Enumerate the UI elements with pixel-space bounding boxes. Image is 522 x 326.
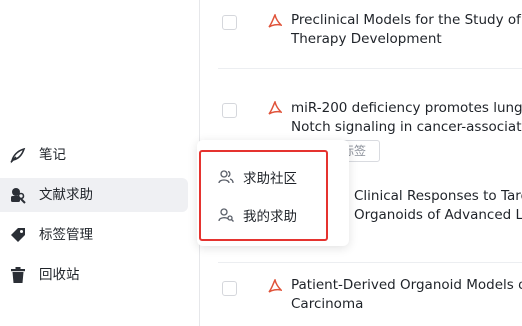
menu-item-my-requests[interactable]: 我的求助 (218, 204, 297, 226)
document-title[interactable]: Patient-Derived Organoid Models of Carci… (291, 276, 522, 314)
menu-item-label: 求助社区 (243, 171, 297, 187)
row-checkbox[interactable] (222, 281, 237, 296)
sidebar-item-label: 文献求助 (39, 187, 93, 203)
row-checkbox[interactable] (222, 103, 237, 118)
pdf-icon (268, 101, 282, 115)
menu-item-label: 我的求助 (243, 209, 297, 225)
document-title[interactable]: miR-200 deficiency promotes lung c Notch… (291, 99, 522, 137)
row-checkbox[interactable] (222, 15, 237, 30)
title-line: Clinical Responses to Targ (354, 188, 522, 204)
trash-icon (11, 267, 25, 283)
sidebar: 笔记 文献求助 标签管理 回收站 (0, 0, 199, 326)
title-line: Therapy Development (291, 31, 442, 47)
document-title[interactable]: Preclinical Models for the Study of L Th… (291, 11, 522, 49)
sidebar-item-notes[interactable]: 笔记 (0, 138, 188, 172)
title-line: Preclinical Models for the Study of L (291, 12, 522, 28)
title-line: Organoids of Advanced Lun (354, 207, 522, 223)
menu-item-help-community[interactable]: 求助社区 (218, 166, 297, 188)
pdf-icon (268, 14, 282, 28)
row-divider (218, 68, 522, 69)
highlight-box (199, 150, 328, 241)
title-line: Carcinoma (291, 296, 364, 312)
title-line: Notch signaling in cancer-associate (291, 119, 522, 135)
sidebar-item-label: 回收站 (39, 267, 80, 283)
my-request-icon (218, 208, 234, 222)
community-icon (218, 170, 234, 184)
title-line: Patient-Derived Organoid Models of (291, 277, 522, 293)
sidebar-item-tag-management[interactable]: 标签管理 (0, 218, 188, 252)
sidebar-item-label: 标签管理 (39, 227, 93, 243)
pen-nib-icon (10, 147, 26, 164)
sidebar-item-research-help[interactable]: 文献求助 (0, 178, 188, 212)
pdf-icon (268, 279, 282, 293)
sidebar-item-trash[interactable]: 回收站 (0, 258, 188, 292)
document-title[interactable]: Clinical Responses to Targ Organoids of … (354, 187, 522, 225)
research-help-icon (11, 188, 26, 204)
row-divider (218, 262, 522, 263)
tag-icon (11, 228, 25, 242)
title-line: miR-200 deficiency promotes lung c (291, 100, 522, 116)
sidebar-item-label: 笔记 (39, 147, 66, 163)
